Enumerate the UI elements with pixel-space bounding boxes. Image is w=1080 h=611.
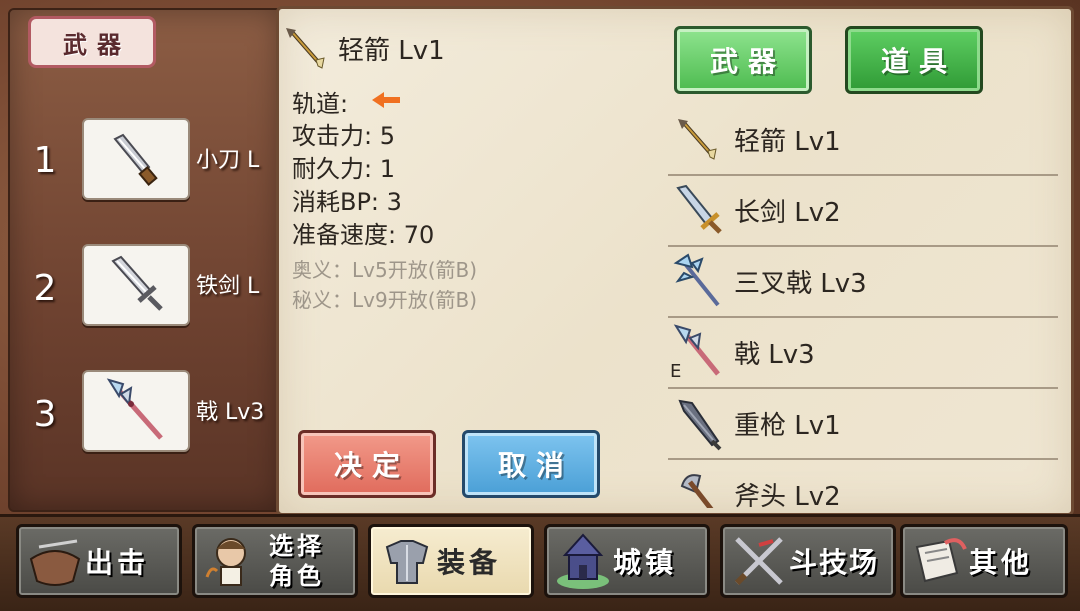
halberd-icon: E xyxy=(668,322,728,382)
prep-speed-stat: 准备速度: 70 xyxy=(292,221,435,249)
bp-cost-stat: 消耗BP: 3 xyxy=(292,188,402,216)
scroll-icon xyxy=(909,531,969,591)
nav-character-button[interactable]: 选择 角色 xyxy=(192,524,358,598)
selected-weapon-arrow-icon xyxy=(284,26,328,74)
nav-label-line1: 选择 xyxy=(269,532,325,560)
long-sword-icon xyxy=(668,180,728,240)
halberd-icon xyxy=(106,378,163,440)
slot-number-2: 2 xyxy=(33,268,57,309)
nav-label-line2: 角色 xyxy=(269,562,325,590)
list-item-label: 戟 Lv3 xyxy=(734,339,815,370)
list-item-label: 长剑 Lv2 xyxy=(734,197,841,228)
arrow-icon xyxy=(668,109,728,169)
sortie-icon xyxy=(25,531,85,591)
arena-icon xyxy=(729,531,789,591)
slot-number-1: 1 xyxy=(33,140,57,181)
list-item[interactable]: 三叉戟 Lv3 xyxy=(668,246,1058,318)
list-item[interactable]: 斧头 Lv2 xyxy=(668,459,1058,508)
nav-town-button[interactable]: 城镇 xyxy=(544,524,710,598)
nav-equipment-button[interactable]: 装备 xyxy=(368,524,534,598)
list-item[interactable]: E 戟 Lv3 xyxy=(668,317,1058,389)
slot-3-label: 戟 Lv3 xyxy=(196,400,265,425)
armor-icon xyxy=(377,531,437,591)
knife-icon xyxy=(113,133,158,186)
list-item[interactable]: 长剑 Lv2 xyxy=(668,175,1058,247)
nav-arena-button[interactable]: 斗技场 xyxy=(720,524,896,598)
list-item-label: 轻箭 Lv1 xyxy=(734,126,841,157)
list-item[interactable]: 轻箭 Lv1 xyxy=(668,104,1058,176)
equipped-panel-title: 武器 xyxy=(28,16,156,68)
castle-icon xyxy=(553,531,613,591)
durability-stat: 耐久力: 1 xyxy=(292,155,395,183)
selected-weapon-name: 轻箭 Lv1 xyxy=(338,36,445,66)
tab-weapon[interactable]: 武器 xyxy=(674,26,812,94)
weapon-list: 轻箭 Lv1 长剑 Lv2 三叉戟 Lv3 E 戟 Lv3 重枪 Lv1 斧头 … xyxy=(668,104,1058,508)
character-icon xyxy=(201,531,261,591)
nav-label: 装备 xyxy=(437,546,502,579)
axe-icon xyxy=(668,464,728,508)
secret-skill-1: 奥义：Lv5开放(箭B) xyxy=(292,258,478,282)
list-item-label: 三叉戟 Lv3 xyxy=(734,268,867,299)
slot-2-button[interactable] xyxy=(82,244,190,326)
slot-1-label: 小刀 L xyxy=(196,148,260,173)
heavy-lance-icon xyxy=(668,393,728,453)
trident-icon xyxy=(668,251,728,311)
equipped-badge: E xyxy=(670,361,682,382)
left-arrow-icon xyxy=(370,90,402,114)
nav-other-button[interactable]: 其他 xyxy=(900,524,1068,598)
attack-stat: 攻击力: 5 xyxy=(292,122,395,150)
trajectory-label: 轨道: xyxy=(292,90,349,118)
list-item-label: 斧头 Lv2 xyxy=(734,481,841,509)
slot-3-button[interactable] xyxy=(82,370,190,452)
nav-label: 其他 xyxy=(969,546,1034,579)
slot-number-3: 3 xyxy=(33,394,57,435)
iron-sword-icon xyxy=(111,255,163,311)
nav-label: 城镇 xyxy=(613,546,678,579)
cancel-button[interactable]: 取消 xyxy=(462,430,600,498)
nav-label: 出击 xyxy=(85,546,150,579)
nav-label: 斗技场 xyxy=(789,546,880,579)
list-item[interactable]: 重枪 Lv1 xyxy=(668,388,1058,460)
slot-1-button[interactable] xyxy=(82,118,190,200)
confirm-button[interactable]: 决定 xyxy=(298,430,436,498)
list-item-label: 重枪 Lv1 xyxy=(734,410,841,441)
tab-item[interactable]: 道具 xyxy=(845,26,983,94)
secret-skill-2: 秘义：Lv9开放(箭B) xyxy=(292,288,478,312)
nav-sortie-button[interactable]: 出击 xyxy=(16,524,182,598)
slot-2-label: 铁剑 L xyxy=(196,274,260,299)
equipped-panel-title-text: 武器 xyxy=(63,30,131,59)
